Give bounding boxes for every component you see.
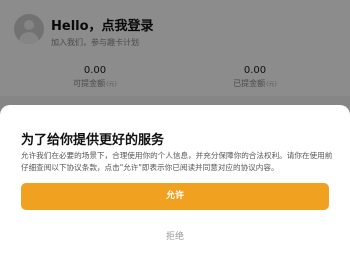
privacy-consent-sheet: 为了给你提供更好的服务 允许我们在必要的场景下，合理使用你的个人信息，并充分保障…: [0, 105, 350, 263]
dialog-title: 为了给你提供更好的服务: [21, 133, 165, 148]
reject-button[interactable]: 拒绝: [125, 229, 225, 242]
allow-button[interactable]: 允许: [21, 183, 329, 210]
dialog-description: 允许我们在必要的场景下，合理使用你的个人信息，并充分保障你的合法权利。请你在使用…: [21, 151, 333, 172]
